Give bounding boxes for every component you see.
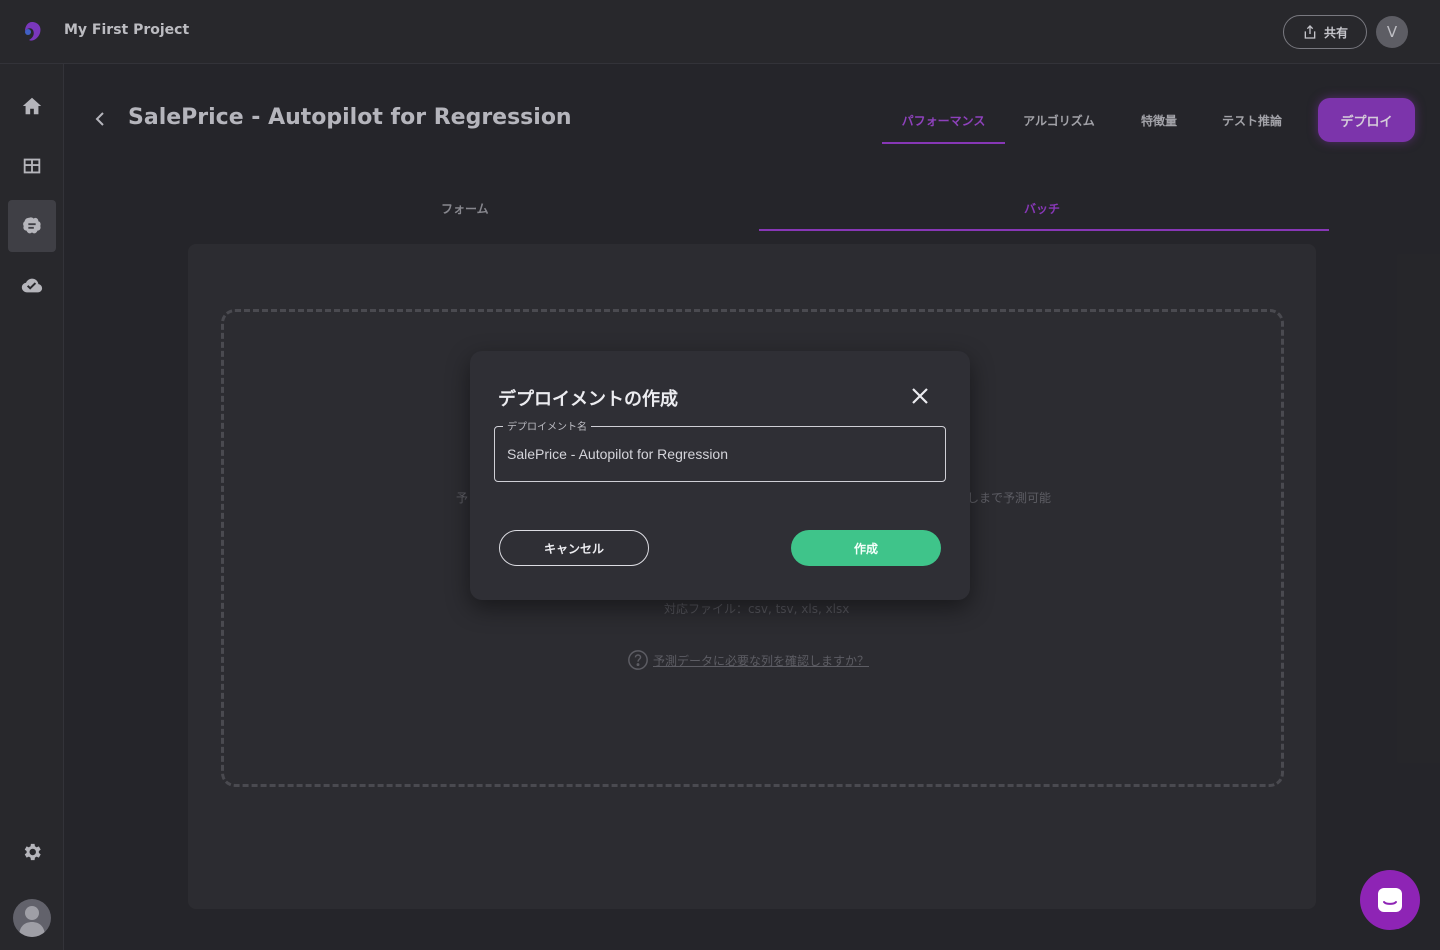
chat-launcher-button[interactable]	[1360, 870, 1420, 930]
dialog-title: デプロイメントの作成	[498, 389, 678, 410]
create-button[interactable]: 作成	[791, 530, 941, 566]
deployment-name-input[interactable]	[507, 446, 927, 462]
close-icon[interactable]	[908, 384, 932, 408]
deployment-name-label: デプロイメント名	[503, 418, 591, 433]
deployment-name-field[interactable]: デプロイメント名	[494, 418, 946, 482]
cancel-button[interactable]: キャンセル	[499, 530, 649, 566]
chat-icon	[1378, 888, 1402, 912]
create-deployment-dialog: デプロイメントの作成 デプロイメント名 キャンセル 作成	[470, 351, 970, 600]
